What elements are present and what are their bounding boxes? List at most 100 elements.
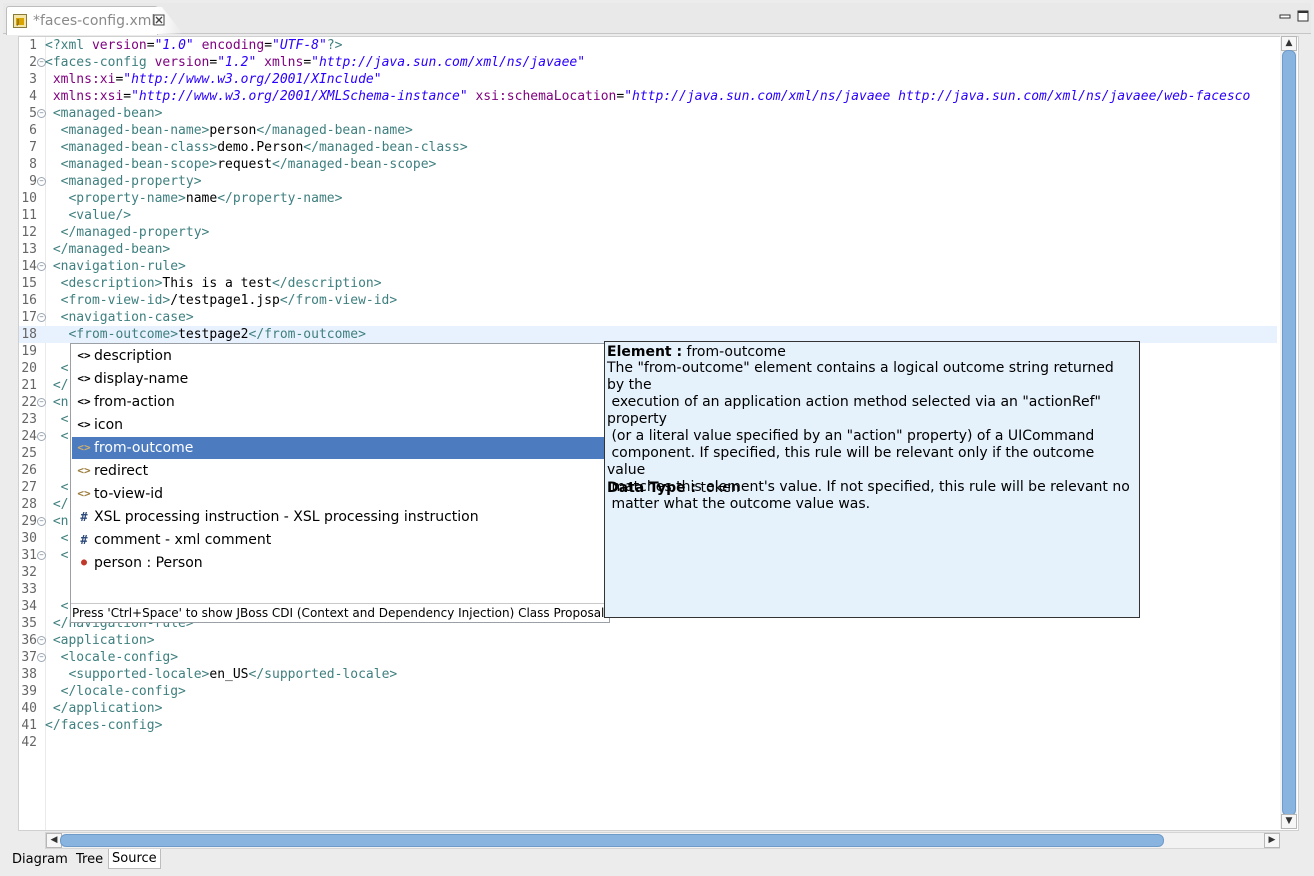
proposal-label: display-name — [94, 371, 189, 387]
hash-icon: # — [80, 533, 88, 547]
code-token: <description> — [60, 276, 163, 291]
proposal-item[interactable]: <> from-action — [72, 391, 606, 413]
close-icon[interactable] — [153, 14, 165, 26]
code-token: <property-name> — [68, 191, 186, 206]
element-icon: <> — [77, 349, 91, 362]
code-line[interactable]: 42 — [19, 734, 1277, 751]
vertical-scroll-thumb[interactable] — [1282, 50, 1296, 816]
code-line[interactable]: 40 </application> — [19, 700, 1277, 717]
code-line[interactable]: 39 </locale-config> — [19, 683, 1277, 700]
code-line[interactable]: 12 </managed-property> — [19, 224, 1277, 241]
code-token: = — [264, 38, 273, 53]
code-line[interactable]: 3 xmlns:xi="http://www.w3.org/2001/XIncl… — [19, 71, 1277, 88]
line-code: <n — [45, 513, 69, 530]
code-token: </faces-config> — [45, 718, 163, 733]
code-line[interactable]: 14− <navigation-rule> — [19, 258, 1277, 275]
code-token: encoding — [201, 38, 265, 53]
line-code: <managed-property> — [45, 173, 202, 190]
proposal-item[interactable]: <> redirect — [72, 460, 606, 482]
footer-text: Press 'Ctrl+Space' to show JBoss CDI (Co… — [72, 606, 609, 620]
line-code: < — [45, 411, 69, 428]
tab-source[interactable]: Source — [108, 849, 161, 869]
code-line[interactable]: 37− <locale-config> — [19, 649, 1277, 666]
line-number: 35 — [21, 616, 37, 631]
element-icon: <> — [77, 464, 91, 477]
tab-tree[interactable]: Tree — [72, 849, 107, 870]
horizontal-scroll-thumb[interactable] — [60, 834, 1164, 847]
proposal-item[interactable]: ● person : Person — [72, 552, 606, 574]
code-token: <locale-config> — [60, 650, 179, 665]
code-line[interactable]: 38 <supported-locale>en_US</supported-lo… — [19, 666, 1277, 683]
code-line[interactable]: 8 <managed-bean-scope>request</managed-b… — [19, 156, 1277, 173]
line-code: <supported-locale>en_US</supported-local… — [45, 666, 397, 683]
scroll-up-icon[interactable]: ▲ — [1281, 36, 1297, 51]
scroll-right-icon[interactable]: ▶ — [1264, 833, 1280, 848]
proposal-label: redirect — [94, 463, 149, 479]
code-line[interactable]: 16 <from-view-id>/testpage1.jsp</from-vi… — [19, 292, 1277, 309]
maximize-icon[interactable] — [1296, 9, 1310, 23]
line-number: 18 — [21, 327, 37, 342]
vertical-scrollbar[interactable]: ▲ ▼ — [1280, 36, 1297, 829]
code-token: <from-outcome> — [68, 327, 179, 342]
code-line[interactable]: 2− <faces-config version="1.2" xmlns="htt… — [19, 54, 1277, 71]
line-code: <locale-config> — [45, 649, 178, 666]
proposal-label: description — [94, 348, 172, 364]
code-token: xmlns — [264, 55, 304, 70]
code-token: en_US — [209, 667, 249, 682]
proposal-item[interactable]: # XSL processing instruction - XSL proces… — [72, 506, 606, 528]
proposal-item[interactable]: # comment - xml comment — [72, 529, 606, 551]
tab-diagram[interactable]: Diagram — [8, 849, 72, 870]
proposal-item[interactable]: <> description — [72, 345, 606, 367]
code-token: "1.2" — [217, 55, 257, 70]
code-token: < — [60, 599, 69, 614]
code-token: </description> — [271, 276, 382, 291]
code-line[interactable]: 13 </managed-bean> — [19, 241, 1277, 258]
code-line[interactable]: 9− <managed-property> — [19, 173, 1277, 190]
line-number: 39 — [21, 684, 37, 699]
code-line[interactable]: 41 </faces-config> — [19, 717, 1277, 734]
code-line[interactable]: 7 <managed-bean-class>demo.Person</manag… — [19, 139, 1277, 156]
code-line[interactable]: 17− <navigation-case> — [19, 309, 1277, 326]
line-number: 34 — [21, 599, 37, 614]
line-code: </locale-config> — [45, 683, 186, 700]
code-line[interactable]: 36− <application> — [19, 632, 1277, 649]
line-number: 12 — [21, 225, 37, 240]
code-line[interactable]: 11 <value/> — [19, 207, 1277, 224]
data-type-label: Data Type : — [607, 480, 697, 496]
code-line[interactable]: 15 <description>This is a test</descript… — [19, 275, 1277, 292]
tab-faces-config[interactable]: J *faces-config.xml — [6, 6, 158, 35]
scroll-down-icon[interactable]: ▼ — [1281, 814, 1297, 829]
proposal-item[interactable]: <> from-outcome — [72, 437, 606, 459]
minimize-icon[interactable] — [1278, 9, 1292, 23]
code-token: xsi:schemaLocation — [475, 89, 617, 104]
line-code: <description>This is a test</description… — [45, 275, 382, 292]
proposal-item[interactable]: <> icon — [72, 414, 606, 436]
proposal-item[interactable]: <> to-view-id — [72, 483, 606, 505]
code-line[interactable]: 10 <property-name>name</property-name> — [19, 190, 1277, 207]
line-code: <from-view-id>/testpage1.jsp</from-view-… — [45, 292, 398, 309]
proposal-item[interactable]: <> display-name — [72, 368, 606, 390]
code-line[interactable]: 6 <managed-bean-name>person</managed-bea… — [19, 122, 1277, 139]
line-number: 41 — [21, 718, 37, 733]
line-code: xmlns:xi="http://www.w3.org/2001/XInclud… — [45, 71, 382, 88]
code-line[interactable]: 4 xmlns:xsi="http://www.w3.org/2001/XMLS… — [19, 88, 1277, 105]
proposal-label: icon — [94, 417, 124, 433]
line-code: < — [45, 598, 69, 615]
code-token: version — [91, 38, 147, 53]
horizontal-scrollbar[interactable]: ◀ ▶ — [45, 832, 1280, 849]
code-token: version — [154, 55, 210, 70]
code-line[interactable]: 5− <managed-bean> — [19, 105, 1277, 122]
code-token: = — [303, 55, 312, 70]
code-line[interactable]: 1 <?xml version="1.0" encoding="UTF-8"?> — [19, 37, 1277, 54]
